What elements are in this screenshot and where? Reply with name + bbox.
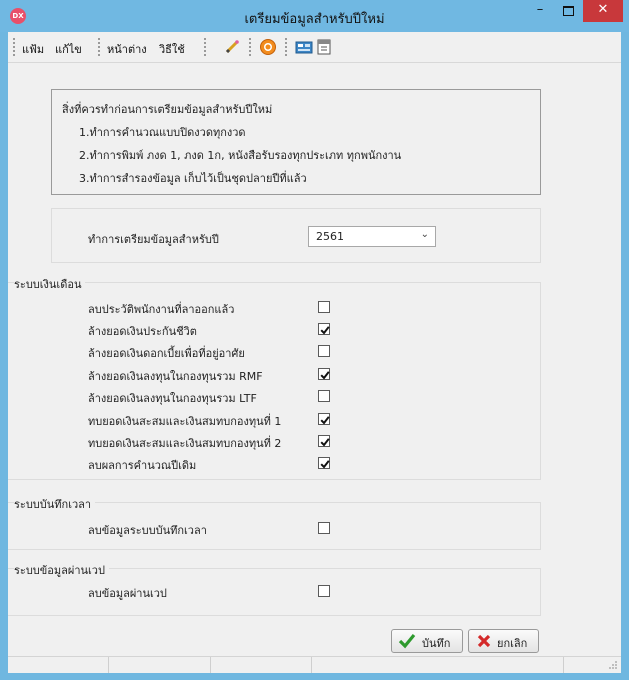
option-label: ล้างยอดเงินลงทุนในกองทุนรวม RMF [88, 370, 263, 383]
option-checkbox[interactable] [318, 323, 330, 335]
minimize-button[interactable]: – [527, 0, 553, 22]
pencil-icon[interactable] [223, 38, 241, 56]
maximize-icon [562, 6, 574, 16]
option-label: ลบประวัติพนักงานที่ลาออกแล้ว [88, 303, 235, 316]
save-button[interactable]: บันทึก [391, 629, 463, 653]
option-checkbox[interactable] [318, 345, 330, 357]
chevron-down-icon: ⌄ [420, 229, 429, 240]
menu-file[interactable]: แฟ้ม [22, 40, 44, 58]
dialog-body: แฟ้ม แก้ไข หน้าต่าง วิธีใช้ สิ่งที่ควรทำ… [8, 32, 621, 673]
checkmark-icon [320, 371, 330, 380]
check-icon [398, 633, 416, 649]
year-select-value: 2561 [316, 230, 344, 243]
close-button[interactable]: ✕ [583, 0, 623, 22]
option-checkbox[interactable] [318, 301, 330, 313]
help-disc-icon[interactable] [259, 38, 277, 56]
cancel-button-label: ยกเลิก [497, 637, 528, 650]
toolbar-grip[interactable] [13, 38, 17, 56]
web-group-title: ระบบข้อมูลผ่านเวป [14, 561, 109, 579]
maximize-button[interactable] [555, 0, 581, 22]
calendar-icon[interactable] [315, 38, 333, 56]
menu-edit[interactable]: แก้ไข [55, 40, 82, 58]
note-item: 3.ทำการสำรองข้อมูล เก็บไว้เป็นชุดปลายปีท… [79, 172, 307, 185]
option-checkbox[interactable] [318, 522, 330, 534]
checkmark-icon [320, 416, 330, 425]
payroll-group-title: ระบบเงินเดือน [14, 275, 86, 293]
year-select[interactable]: 2561 ⌄ [308, 226, 436, 247]
option-label: ลบข้อมูลระบบบันทึกเวลา [88, 524, 207, 537]
note-item: 1.ทำการคำนวณแบบปิดงวดทุกงวด [79, 126, 246, 139]
option-checkbox[interactable] [318, 457, 330, 469]
option-checkbox[interactable] [318, 435, 330, 447]
year-label: ทำการเตรียมข้อมูลสำหรับปี [88, 233, 219, 246]
toolbar-grip[interactable] [204, 38, 208, 56]
toolbar-grip[interactable] [98, 38, 102, 56]
toolbar-grip[interactable] [249, 38, 253, 56]
status-divider [563, 657, 564, 673]
option-checkbox[interactable] [318, 585, 330, 597]
option-label: ทบยอดเงินสะสมและเงินสมทบกองทุนที่ 1 [88, 415, 282, 428]
option-checkbox[interactable] [318, 413, 330, 425]
application-window: DX เตรียมข้อมูลสำหรับปีใหม่ – ✕ แฟ้ม แก้… [0, 0, 629, 680]
cross-icon [477, 634, 491, 648]
option-label: ล้างยอดเงินลงทุนในกองทุนรวม LTF [88, 392, 257, 405]
status-divider [311, 657, 312, 673]
menu-window[interactable]: หน้าต่าง [107, 40, 147, 58]
option-checkbox[interactable] [318, 368, 330, 380]
toolbar-grip[interactable] [285, 38, 289, 56]
option-label: ล้างยอดเงินประกันชีวิต [88, 325, 197, 338]
note-item: 2.ทำการพิมพ์ ภงด 1, ภงด 1ก, หนังสือรับรอ… [79, 149, 402, 162]
timeclock-group-title: ระบบบันทึกเวลา [14, 495, 96, 513]
save-button-label: บันทึก [422, 637, 451, 650]
checkmark-icon [320, 438, 330, 447]
status-bar [8, 656, 621, 673]
option-checkbox[interactable] [318, 390, 330, 402]
cancel-button[interactable]: ยกเลิก [468, 629, 539, 653]
calculator-icon[interactable] [295, 38, 313, 56]
checkmark-icon [320, 326, 330, 335]
status-divider [108, 657, 109, 673]
status-divider [210, 657, 211, 673]
option-label: ลบข้อมูลผ่านเวป [88, 587, 167, 600]
checkmark-icon [320, 460, 330, 469]
menu-help[interactable]: วิธีใช้ [159, 40, 185, 58]
resize-grip-icon[interactable] [608, 660, 618, 670]
option-label: ทบยอดเงินสะสมและเงินสมทบกองทุนที่ 2 [88, 437, 282, 450]
notes-box: สิ่งที่ควรทำก่อนการเตรียมข้อมูลสำหรับปีใ… [51, 89, 541, 195]
notes-heading: สิ่งที่ควรทำก่อนการเตรียมข้อมูลสำหรับปีใ… [62, 103, 273, 116]
option-label: ล้างยอดเงินดอกเบี้ยเพื่อที่อยู่อาศัย [88, 347, 245, 360]
menu-toolbar: แฟ้ม แก้ไข หน้าต่าง วิธีใช้ [8, 32, 621, 63]
title-bar[interactable]: DX เตรียมข้อมูลสำหรับปีใหม่ – ✕ [0, 0, 629, 32]
option-label: ลบผลการคำนวณปีเดิม [88, 459, 197, 472]
